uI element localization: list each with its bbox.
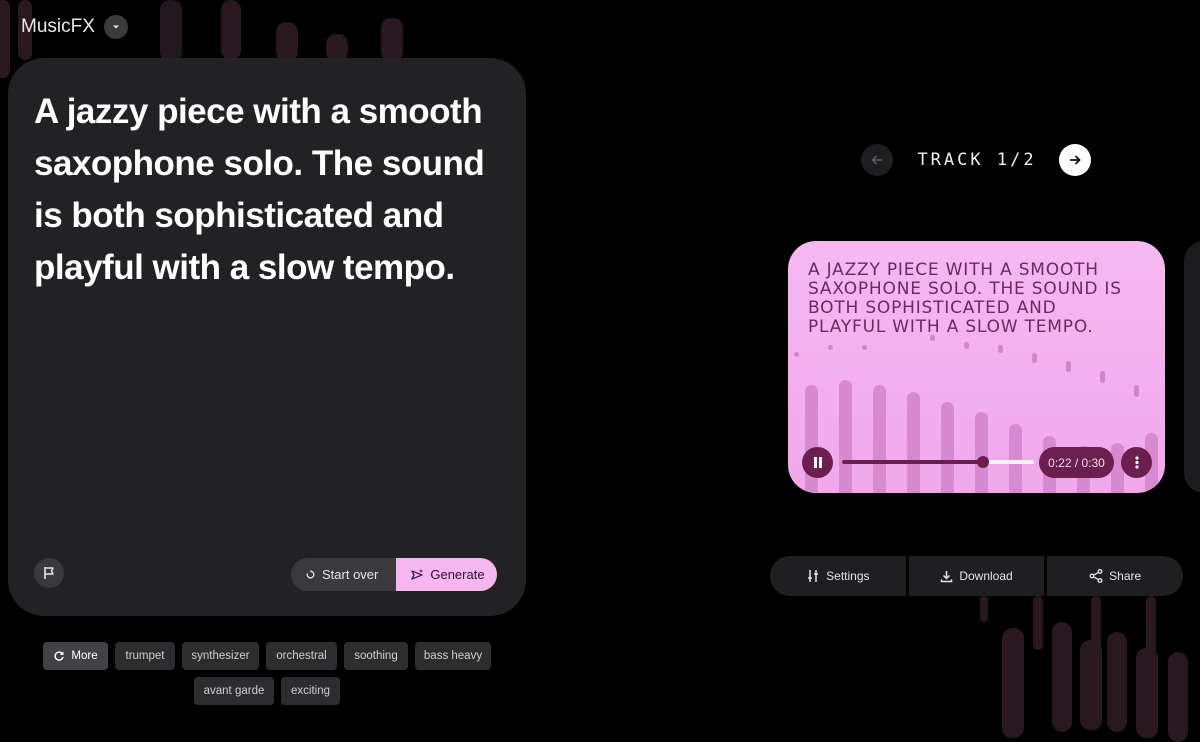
download-icon — [941, 570, 953, 582]
track-options-button[interactable] — [1121, 447, 1152, 478]
pause-button[interactable] — [802, 447, 833, 478]
chip-synthesizer[interactable]: synthesizer — [182, 642, 259, 670]
more-chip-button[interactable]: More — [43, 642, 108, 670]
prompt-card: A jazzy piece with a smooth saxophone so… — [8, 58, 526, 616]
arrow-right-icon — [1070, 155, 1081, 165]
flag-icon — [44, 567, 54, 579]
track-title: A JAZZY PIECE WITH A SMOOTH SAXOPHONE SO… — [808, 260, 1122, 337]
share-label: Share — [1109, 569, 1142, 583]
progress-slider[interactable] — [842, 456, 1034, 468]
next-track-card-peek[interactable] — [1184, 241, 1200, 493]
app-title: MusicFX — [21, 16, 95, 37]
chip-exciting[interactable]: exciting — [281, 677, 340, 705]
chip-avant-garde[interactable]: avant garde — [194, 677, 274, 705]
more-chip-label: More — [71, 650, 98, 662]
prompt-actions: Start over Generate — [291, 558, 497, 591]
chip-bass-heavy[interactable]: bass heavy — [415, 642, 491, 670]
next-track-button[interactable] — [1059, 144, 1091, 176]
report-button[interactable] — [34, 558, 64, 588]
previous-track-button[interactable] — [861, 144, 893, 176]
chip-orchestral[interactable]: orchestral — [266, 642, 337, 670]
share-button[interactable]: Share — [1047, 556, 1184, 596]
track-actions: Settings Download Share — [770, 556, 1184, 596]
progress-knob[interactable] — [976, 456, 989, 468]
chip-trumpet[interactable]: trumpet — [115, 642, 175, 670]
prompt-textarea[interactable]: A jazzy piece with a smooth saxophone so… — [34, 86, 504, 294]
generate-label: Generate — [430, 567, 485, 582]
reset-icon — [306, 569, 315, 579]
tune-icon — [808, 570, 819, 582]
download-button[interactable]: Download — [908, 556, 1045, 596]
track-player-card: A JAZZY PIECE WITH A SMOOTH SAXOPHONE SO… — [788, 241, 1165, 493]
start-over-label: Start over — [322, 567, 379, 582]
chevron-down-icon — [113, 25, 119, 29]
more-vert-icon — [1134, 456, 1139, 469]
settings-button[interactable]: Settings — [770, 556, 906, 596]
app-menu-button[interactable] — [104, 15, 128, 39]
download-label: Download — [959, 569, 1013, 583]
track-counter: TRACK 1/2 — [917, 150, 1037, 170]
share-icon — [1089, 569, 1103, 583]
arrow-left-icon — [871, 155, 882, 165]
refresh-icon — [54, 651, 65, 661]
send-sparkle-icon — [411, 568, 424, 580]
start-over-button[interactable]: Start over — [291, 558, 397, 591]
settings-label: Settings — [826, 569, 870, 583]
time-display: 0:22 / 0:30 — [1039, 447, 1114, 478]
chip-soothing[interactable]: soothing — [344, 642, 408, 670]
pause-icon — [813, 457, 822, 468]
generate-button[interactable]: Generate — [396, 558, 497, 591]
progress-fill — [842, 460, 983, 464]
